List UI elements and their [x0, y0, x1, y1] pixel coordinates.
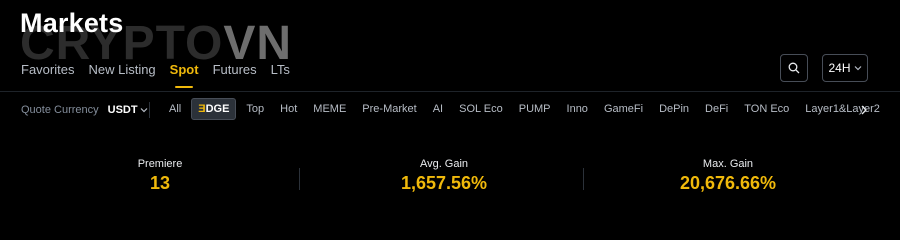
category-depin[interactable]: DePin — [653, 98, 695, 120]
quote-currency: Quote Currency USDT — [21, 104, 148, 116]
stat-value: 20,676.66% — [679, 173, 777, 193]
edge-logo-mark: Ǝ — [198, 103, 206, 115]
category-ai[interactable]: AI — [427, 98, 449, 120]
tab-futures[interactable]: Futures — [213, 62, 257, 88]
period-select[interactable]: 24H — [822, 54, 868, 82]
scroll-right-button[interactable] — [858, 102, 870, 118]
category-pre-market[interactable]: Pre-Market — [356, 98, 422, 120]
category-layer1-layer2[interactable]: Layer1&Layer2 — [799, 98, 886, 120]
category-inno[interactable]: Inno — [561, 98, 594, 120]
category-ton-eco[interactable]: TON Eco — [738, 98, 795, 120]
stat-divider — [299, 168, 300, 190]
chevron-down-icon — [140, 108, 148, 113]
category-edge[interactable]: ƎDGE — [191, 98, 237, 120]
stat-max-gain: Max. Gain 20,676.66% — [628, 158, 828, 194]
stat-premiere: Premiere 13 — [60, 158, 260, 194]
chevron-right-icon — [861, 105, 867, 115]
stat-avg-gain: Avg. Gain 1,657.56% — [344, 158, 544, 194]
category-meme[interactable]: MEME — [307, 98, 352, 120]
tab-spot[interactable]: Spot — [170, 62, 199, 88]
stat-label: Premiere — [137, 158, 183, 170]
category-sol-eco[interactable]: SOL Eco — [453, 98, 509, 120]
period-label: 24H — [828, 61, 851, 75]
category-hot[interactable]: Hot — [274, 98, 303, 120]
stat-label: Max. Gain — [702, 158, 754, 170]
tab-favorites[interactable]: Favorites — [21, 62, 74, 88]
stat-value: 13 — [149, 173, 171, 193]
page-title: Markets — [20, 8, 124, 38]
stat-divider — [583, 168, 584, 190]
quote-currency-label: Quote Currency — [21, 104, 99, 116]
quote-divider — [149, 102, 150, 118]
edge-label: DGE — [205, 103, 230, 115]
search-icon — [788, 62, 800, 74]
market-tabs: Favorites New Listing Spot Futures LTs — [21, 62, 290, 88]
category-filters: All ƎDGE Top Hot MEME Pre-Market AI SOL … — [163, 98, 886, 120]
stat-value: 1,657.56% — [400, 173, 488, 193]
search-button[interactable] — [780, 54, 808, 82]
category-all[interactable]: All — [163, 98, 187, 120]
section-divider — [0, 91, 900, 92]
category-pump[interactable]: PUMP — [513, 98, 557, 120]
category-defi[interactable]: DeFi — [699, 98, 734, 120]
tab-new-listing[interactable]: New Listing — [88, 62, 155, 88]
quote-currency-value: USDT — [107, 104, 138, 116]
chevron-down-icon — [854, 66, 861, 71]
category-top[interactable]: Top — [240, 98, 270, 120]
stat-label: Avg. Gain — [419, 158, 469, 170]
quote-currency-select[interactable]: USDT — [108, 104, 148, 116]
tab-lts[interactable]: LTs — [271, 62, 290, 88]
category-gamefi[interactable]: GameFi — [598, 98, 649, 120]
